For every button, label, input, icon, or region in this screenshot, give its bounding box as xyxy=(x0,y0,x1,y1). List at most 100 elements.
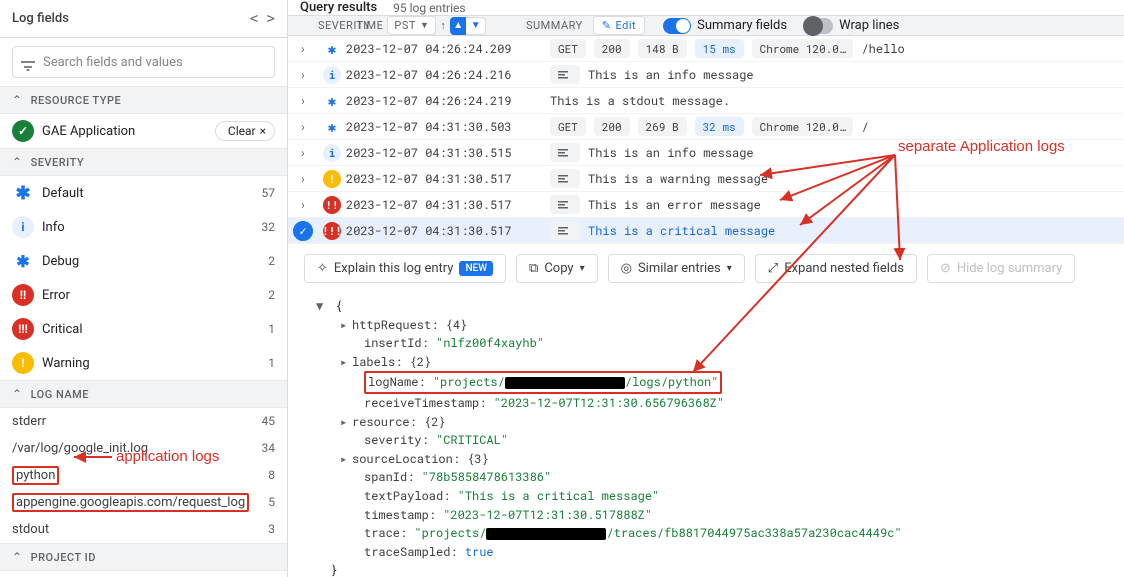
severity-row[interactable]: !! Error 2 xyxy=(0,278,287,312)
sidebar-title: Log fields xyxy=(12,11,69,26)
toggle-on-icon xyxy=(663,18,691,34)
severity-label: Info xyxy=(42,220,65,235)
severity-row[interactable]: !!!Critical1 xyxy=(0,312,287,346)
summary-chip: Chrome 120.0… xyxy=(752,117,854,136)
message-chip xyxy=(550,169,580,188)
section-severity[interactable]: ⌃ SEVERITY xyxy=(0,148,287,176)
jump-last-icon[interactable]: ▼ xyxy=(466,17,486,35)
expand-row-icon[interactable]: › xyxy=(299,93,306,109)
severity-label: Debug xyxy=(42,254,79,269)
severity-icon: ! xyxy=(323,170,341,188)
summary-chip: 200 xyxy=(594,117,630,136)
copy-icon: ⧉ xyxy=(529,261,538,276)
expand-row-icon[interactable]: › xyxy=(299,197,306,213)
log-message: This is an error message xyxy=(588,197,761,213)
severity-row[interactable]: ✱Default57 xyxy=(0,176,287,210)
col-summary: SUMMARY xyxy=(526,19,583,32)
log-row[interactable]: › ! 2023-12-07 04:31:30.517 This is a wa… xyxy=(288,166,1124,192)
severity-row[interactable]: i Info 32 xyxy=(0,210,287,244)
hide-icon: ⊘ xyxy=(940,261,951,276)
expand-icon: ⤢ xyxy=(768,261,778,276)
sort-asc-icon[interactable]: ↑ xyxy=(440,19,446,32)
severity-icon: ✱ xyxy=(323,118,341,136)
log-row[interactable]: › ✱ 2023-12-07 04:26:24.219 This is a st… xyxy=(288,88,1124,114)
logname-count: 45 xyxy=(262,414,276,429)
severity-icon: ! xyxy=(12,352,34,374)
severity-count: 2 xyxy=(268,288,275,302)
logname-row[interactable]: appengine.googleapis.com/request_log5 xyxy=(0,489,287,516)
expand-row-icon[interactable]: › xyxy=(299,171,306,187)
chevron-down-icon: ▼ xyxy=(420,20,429,31)
severity-label: Default xyxy=(42,186,84,201)
summary-chip: 269 B xyxy=(638,117,687,136)
col-severity[interactable]: SEVERITY xyxy=(312,19,356,32)
toggle-off-icon xyxy=(805,18,833,34)
severity-label: Error xyxy=(42,288,70,303)
severity-row[interactable]: ✱Debug2 xyxy=(0,244,287,278)
timestamp: 2023-12-07 04:26:24.209 xyxy=(346,41,546,57)
severity-icon: !! xyxy=(12,284,34,306)
pencil-icon: ✎ xyxy=(602,19,612,32)
log-message: This is a critical message xyxy=(588,223,775,239)
logname-row[interactable]: stderr45 xyxy=(0,408,287,435)
logname-row[interactable]: stdout3 xyxy=(0,516,287,543)
expand-row-icon[interactable]: › xyxy=(299,41,306,57)
chevron-down-icon: ▾ xyxy=(580,263,585,274)
timestamp: 2023-12-07 04:26:24.216 xyxy=(346,67,546,83)
timestamp: 2023-12-07 04:31:30.503 xyxy=(346,119,546,135)
severity-icon: ✱ xyxy=(12,182,34,204)
log-message: This is an info message xyxy=(588,145,754,161)
timestamp: 2023-12-07 04:31:30.515 xyxy=(346,145,546,161)
severity-count: 32 xyxy=(262,220,276,234)
log-row[interactable]: › i 2023-12-07 04:31:30.515 This is an i… xyxy=(288,140,1124,166)
hide-summary-button[interactable]: ⊘ Hide log summary xyxy=(927,254,1075,283)
selected-check-icon[interactable]: ✓ xyxy=(293,221,313,241)
summary-chip: 148 B xyxy=(638,39,687,58)
log-message: This is an info message xyxy=(588,67,754,83)
logname-row[interactable]: python8 xyxy=(0,462,287,489)
log-row[interactable]: › !! 2023-12-07 04:31:30.517 This is an … xyxy=(288,192,1124,218)
summary-chip: 200 xyxy=(594,39,630,58)
logname-count: 3 xyxy=(268,522,275,537)
expand-row-icon[interactable]: › xyxy=(299,119,306,135)
log-row[interactable]: › ✱ 2023-12-07 04:26:24.209 GET200148 B1… xyxy=(288,36,1124,62)
logname-row[interactable]: /var/log/google_init.log34 xyxy=(0,435,287,462)
message-chip xyxy=(550,221,580,240)
code-icon[interactable]: < > xyxy=(250,11,275,27)
col-time[interactable]: TIME PST ▼ ↑ ▲ ▼ xyxy=(356,16,516,35)
similar-entries-button[interactable]: ◎ Similar entries ▾ xyxy=(608,254,745,283)
expand-nested-button[interactable]: ⤢ Expand nested fields xyxy=(755,254,917,283)
resource-type-row[interactable]: ✓ GAE Application Clear × xyxy=(0,114,287,148)
search-placeholder: Search fields and values xyxy=(43,55,183,70)
section-resource-type[interactable]: ⌃ RESOURCE TYPE xyxy=(0,86,287,114)
severity-icon: ✱ xyxy=(323,40,341,58)
summary-fields-toggle[interactable]: Summary fields xyxy=(663,18,787,34)
wrap-lines-toggle[interactable]: Wrap lines xyxy=(805,18,899,34)
edit-button[interactable]: ✎ Edit xyxy=(593,16,645,35)
log-row[interactable]: ✓ !!! 2023-12-07 04:31:30.517 This is a … xyxy=(288,218,1124,244)
summary-chip: GET xyxy=(550,117,586,136)
expand-row-icon[interactable]: › xyxy=(299,145,306,161)
section-log-name[interactable]: ⌃ LOG NAME xyxy=(0,380,287,408)
clear-button[interactable]: Clear × xyxy=(215,121,275,141)
severity-label: Warning xyxy=(42,356,90,371)
expand-row-icon[interactable]: › xyxy=(299,67,306,83)
timezone-select[interactable]: PST ▼ xyxy=(387,16,436,35)
jump-first-icon[interactable]: ▲ xyxy=(450,17,466,35)
log-row[interactable]: › i 2023-12-07 04:26:24.216 This is an i… xyxy=(288,62,1124,88)
severity-count: 1 xyxy=(268,322,275,336)
request-path: / xyxy=(861,119,868,135)
severity-icon: i xyxy=(323,66,341,84)
results-title: Query results xyxy=(300,0,377,15)
logname-label: python xyxy=(12,468,59,483)
logname-label: /var/log/google_init.log xyxy=(12,441,148,456)
search-input[interactable]: Search fields and values xyxy=(12,46,275,78)
explain-button[interactable]: ✧ Explain this log entry NEW xyxy=(304,254,506,283)
message-chip xyxy=(550,65,580,84)
section-project-id[interactable]: ⌃ PROJECT ID xyxy=(0,543,287,571)
severity-row[interactable]: !Warning1 xyxy=(0,346,287,380)
severity-icon: i xyxy=(12,216,34,238)
copy-button[interactable]: ⧉ Copy ▾ xyxy=(516,254,598,283)
logname-label: appengine.googleapis.com/request_log xyxy=(12,495,249,510)
log-row[interactable]: › ✱ 2023-12-07 04:31:30.503 GET200269 B3… xyxy=(288,114,1124,140)
